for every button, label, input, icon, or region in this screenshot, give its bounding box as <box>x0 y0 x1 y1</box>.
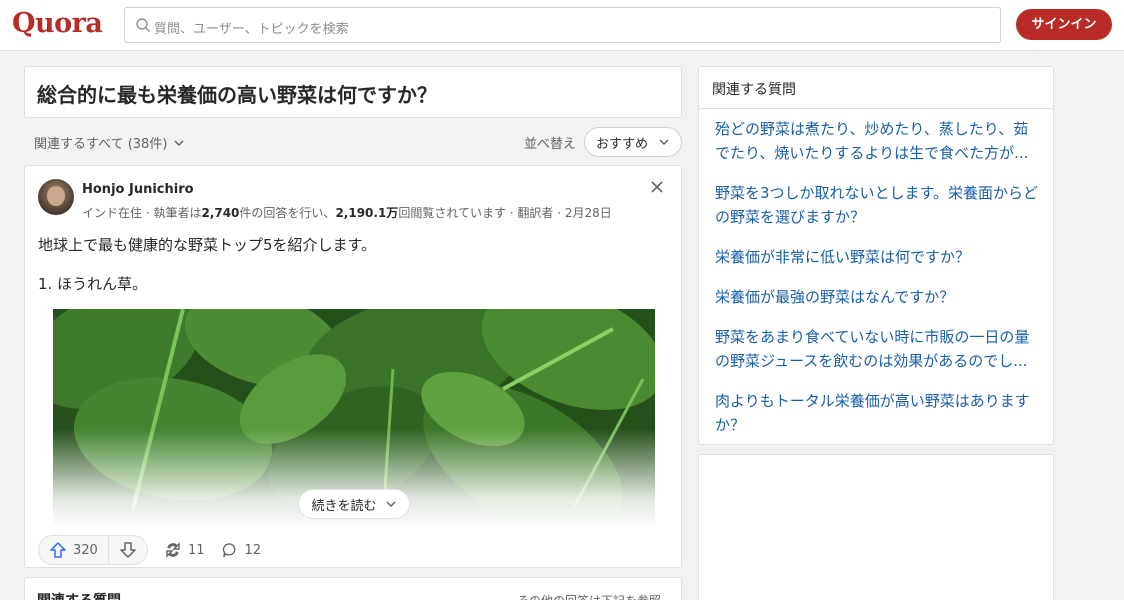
related-filter-dropdown[interactable]: 関連するすべて (38件) <box>34 133 185 152</box>
comment-button[interactable]: 12 <box>221 541 262 559</box>
sidebar-question-link[interactable]: 肉よりもトータル栄養価が高い野菜はありますか？ <box>715 389 1041 437</box>
sidebar-question-link[interactable]: 殆どの野菜は煮たり、炒めたり、蒸したり、茹でたり、焼いたりするよりは生で食べた方… <box>715 117 1041 165</box>
related-questions-heading: 関連する質問 <box>37 590 121 600</box>
sidebar-divider <box>699 108 1053 109</box>
sidebar-ad-slot <box>698 454 1054 600</box>
upvote-count: 320 <box>73 542 98 558</box>
chevron-down-icon <box>174 139 184 146</box>
sidebar-question-link[interactable]: 野菜を3つしか取れないとします。栄養面からどの野菜を選びますか？ <box>715 181 1041 229</box>
downvote-arrow-icon <box>120 542 136 558</box>
sidebar-question-link[interactable]: 栄養価が非常に低い野菜は何ですか？ <box>715 245 1041 269</box>
chevron-down-icon <box>385 501 396 508</box>
downvote-button[interactable] <box>109 536 147 564</box>
question-card: 総合的に最も栄養価の高い野菜は何ですか？ <box>24 66 682 118</box>
related-filter-label: 関連するすべて (38件) <box>34 137 168 152</box>
answer-paragraph: 1. ほうれん草。 <box>38 275 148 293</box>
author-name[interactable]: Honjo Junichiro <box>82 182 194 197</box>
sidebar-question-link[interactable]: 野菜をあまり食べていない時に市販の一日の量の野菜ジュースを飲むのは効果があるので… <box>715 325 1041 373</box>
author-meta: インド在住 · 執筆者は2,740件の回答を行い、2,190.1万回閲覧されてい… <box>82 206 612 220</box>
views-count: 2,190.1万 <box>335 206 399 220</box>
more-answers-link[interactable]: その他の回答は下記を参照 <box>517 592 661 600</box>
read-more-label: 続きを読む <box>311 498 377 514</box>
share-count: 11 <box>188 542 205 558</box>
comment-count: 12 <box>244 542 262 558</box>
chevron-down-icon <box>659 139 669 146</box>
read-more-button[interactable]: 続きを読む <box>298 489 410 519</box>
answers-count: 2,740 <box>201 206 240 220</box>
sidebar-title: 関連する質問 <box>712 82 796 98</box>
sidebar-question-list: 殆どの野菜は煮たり、炒めたり、蒸したり、茹でたり、焼いたりするよりは生で食べた方… <box>715 117 1041 453</box>
signin-button[interactable]: サインイン <box>1016 9 1112 40</box>
upvote-button[interactable]: 320 <box>39 536 109 564</box>
answer-actions: 320 11 12 <box>38 535 261 565</box>
share-icon <box>166 542 180 558</box>
sort-dropdown[interactable]: おすすめ <box>584 127 682 157</box>
sort-label: 並べ替え <box>524 137 577 152</box>
top-header: Quora 質問、ユーザー、トピックを検索 サインイン <box>0 0 1124 51</box>
share-button[interactable]: 11 <box>164 541 205 559</box>
vote-group: 320 <box>38 535 148 565</box>
search-icon <box>136 18 150 32</box>
answer-paragraph: 地球上で最も健康的な野菜トップ5を紹介します。 <box>38 236 377 254</box>
author-avatar[interactable] <box>38 179 74 215</box>
comment-icon <box>222 543 235 558</box>
related-questions-card: 関連する質問 その他の回答は下記を参照 <box>24 577 682 600</box>
close-icon[interactable] <box>649 179 665 195</box>
quora-logo[interactable]: Quora <box>12 8 103 39</box>
upvote-arrow-icon <box>50 542 66 558</box>
sort-value: おすすめ <box>595 136 648 152</box>
sidebar-question-link[interactable]: 栄養価が最強の野菜はなんですか？ <box>715 285 1041 309</box>
question-title: 総合的に最も栄養価の高い野菜は何ですか？ <box>37 83 437 107</box>
search-placeholder[interactable]: 質問、ユーザー、トピックを検索 <box>154 18 349 37</box>
sidebar-related-questions: 関連する質問 殆どの野菜は煮たり、炒めたり、蒸したり、茹でたり、焼いたりするより… <box>698 66 1054 445</box>
search-bar[interactable]: 質問、ユーザー、トピックを検索 <box>124 7 1001 43</box>
answer-card: Honjo Junichiro インド在住 · 執筆者は2,740件の回答を行い… <box>24 165 682 568</box>
